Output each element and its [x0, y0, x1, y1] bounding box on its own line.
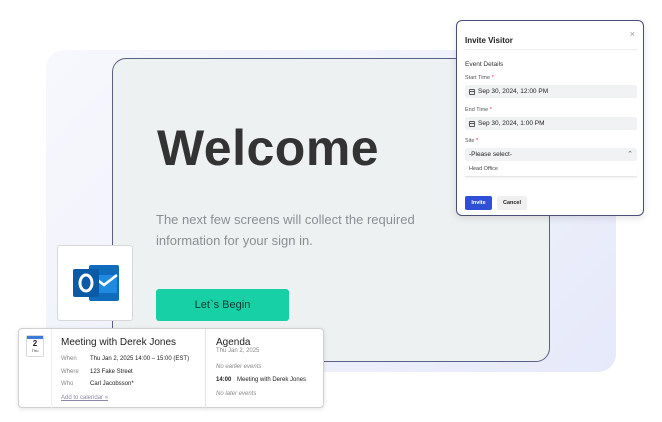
welcome-heading: Welcome: [157, 120, 380, 176]
when-value: Thu Jan 2, 2025 14:00 – 15:00 (EST): [90, 356, 190, 362]
start-time-label: Start Time *: [465, 75, 494, 81]
end-time-value: Sep 30, 2024, 1:00 PM: [478, 120, 545, 127]
where-label: Where: [61, 369, 79, 375]
dialog-title: Invite Visitor: [465, 36, 513, 45]
who-value: Carl Jacobsson*: [90, 381, 134, 387]
site-label: Site *: [465, 138, 478, 144]
site-select-value: -Please select-: [469, 151, 512, 158]
no-later-events: No later events: [216, 391, 257, 397]
close-icon[interactable]: ×: [630, 29, 635, 39]
where-value: 123 Fake Street: [90, 369, 133, 375]
required-mark: *: [491, 75, 494, 81]
section-title: Event Details: [465, 61, 504, 68]
no-earlier-events: No earlier events: [216, 364, 262, 370]
when-label: When: [61, 356, 77, 362]
lets-begin-button[interactable]: Let`s Begin: [156, 289, 289, 321]
add-to-calendar-link[interactable]: Add to calendar »: [61, 395, 108, 401]
site-label-text: Site: [465, 138, 475, 144]
cancel-button[interactable]: Cancel: [497, 196, 527, 210]
site-option-head-office[interactable]: Head Office: [465, 166, 637, 177]
end-time-field[interactable]: Sep 30, 2024, 1:00 PM: [465, 117, 637, 130]
calendar-icon: [469, 120, 475, 127]
divider: [205, 329, 206, 409]
who-label: Who: [61, 381, 74, 387]
stage: Welcome The next few screens will collec…: [0, 0, 662, 422]
date-badge: 2 Thu: [26, 335, 44, 357]
outlook-logo-card: [57, 245, 133, 321]
meeting-title: Meeting with Derek Jones: [61, 337, 177, 348]
intro-text: The next few screens will collect the re…: [156, 212, 415, 248]
divider: [51, 329, 52, 409]
end-time-label-text: End Time: [465, 107, 489, 113]
agenda-event-title[interactable]: Meeting with Derek Jones: [237, 377, 306, 383]
end-time-label: End Time *: [465, 107, 492, 113]
agenda-title: Agenda: [216, 337, 251, 348]
agenda-date: Thu Jan 2, 2025: [216, 348, 260, 354]
dialog-header: Invite Visitor ×: [465, 29, 637, 50]
invite-button[interactable]: Invite: [465, 196, 492, 210]
date-badge-day: 2: [32, 339, 38, 348]
required-mark: *: [476, 138, 479, 144]
site-select[interactable]: -Please select- ⌃: [465, 148, 637, 161]
chevron-up-icon: ⌃: [627, 151, 633, 158]
start-time-label-text: Start Time: [465, 75, 491, 81]
outlook-logo-icon: [73, 265, 119, 301]
agenda-event-time: 14:00: [216, 377, 232, 383]
invite-visitor-dialog: Invite Visitor × Event Details Start Tim…: [456, 20, 644, 216]
start-time-value: Sep 30, 2024, 12:00 PM: [478, 88, 549, 95]
date-badge-weekday: Thu: [31, 348, 39, 353]
calendar-icon: [469, 88, 475, 95]
start-time-field[interactable]: Sep 30, 2024, 12:00 PM: [465, 85, 637, 98]
calendar-invite-card: 2 Thu Meeting with Derek Jones When Thu …: [18, 328, 324, 409]
required-mark: *: [489, 107, 492, 113]
